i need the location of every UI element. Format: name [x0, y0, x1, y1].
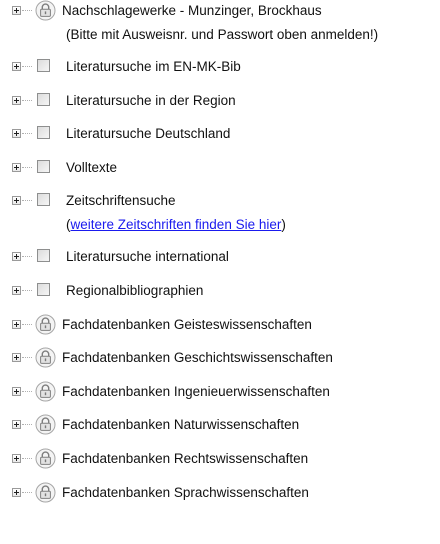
tree-node-fachdatenbanken-ingenieuerwissenschaften[interactable]: Fachdatenbanken Ingenieuerwissenschaften [0, 381, 440, 415]
tree-node-literatursuche-international[interactable]: Literatursuche international [0, 246, 440, 280]
lock-icon [35, 482, 56, 503]
tree-node-literatursuche-region[interactable]: Literatursuche in der Region [0, 90, 440, 124]
expand-icon[interactable] [12, 62, 21, 71]
tree-node-fachdatenbanken-rechtswissenschaften[interactable]: Fachdatenbanken Rechtswissenschaften [0, 448, 440, 482]
expand-icon[interactable] [12, 6, 21, 15]
expand-icon[interactable] [12, 353, 21, 363]
tree-connector [22, 200, 32, 202]
select-checkbox[interactable] [37, 159, 50, 173]
tree-node-label[interactable]: Zeitschriftensuche [66, 192, 176, 209]
tree-connector [22, 424, 32, 426]
tree-connector [22, 457, 32, 459]
tree-node-label[interactable]: Literatursuche Deutschland [66, 125, 230, 142]
expand-icon[interactable] [12, 162, 21, 172]
lock-icon [35, 0, 56, 21]
tree-connector [22, 390, 32, 392]
more-journals-note: (weitere Zeitschriften finden Sie hier) [66, 216, 286, 233]
tree-node-label[interactable]: Literatursuche in der Region [66, 92, 236, 109]
lock-icon [35, 347, 56, 368]
expand-icon[interactable] [12, 252, 21, 262]
select-checkbox[interactable] [37, 59, 50, 72]
tree-node-fachdatenbanken-sprachwissenschaften[interactable]: Fachdatenbanken Sprachwissenschaften [0, 482, 440, 516]
select-checkbox[interactable] [37, 126, 50, 140]
tree-node-zeitschriftensuche[interactable]: Zeitschriftensuche (weitere Zeitschrifte… [0, 190, 440, 246]
paren-close: ) [281, 217, 286, 233]
tree-connector [22, 289, 32, 291]
expand-icon[interactable] [12, 386, 21, 396]
tree-connector [22, 491, 32, 493]
lock-icon [35, 448, 56, 469]
tree-node-regionalbibliographien[interactable]: Regionalbibliographien [0, 280, 440, 314]
tree-connector [22, 66, 32, 67]
expand-icon[interactable] [12, 319, 21, 329]
tree-node-label[interactable]: Fachdatenbanken Sprachwissenschaften [62, 484, 309, 501]
select-checkbox[interactable] [37, 193, 50, 207]
tree-node-label[interactable]: Nachschlagewerke - Munzinger, Brockhaus [62, 2, 322, 19]
tree-connector [22, 256, 32, 258]
tree-connector [22, 166, 32, 168]
expand-icon[interactable] [12, 95, 21, 105]
expand-icon[interactable] [12, 129, 21, 139]
lock-icon [35, 314, 56, 335]
expand-icon[interactable] [12, 487, 21, 497]
expand-icon[interactable] [12, 453, 21, 463]
tree-node-literatursuche-en-mk-bib[interactable]: Literatursuche im EN-MK-Bib [0, 56, 440, 90]
select-checkbox[interactable] [37, 92, 50, 106]
expand-icon[interactable] [12, 196, 21, 206]
tree-node-volltexte[interactable]: Volltexte [0, 157, 440, 191]
tree-node-label[interactable]: Fachdatenbanken Geisteswissenschaften [62, 316, 312, 333]
tree-node-fachdatenbanken-naturwissenschaften[interactable]: Fachdatenbanken Naturwissenschaften [0, 414, 440, 448]
tree-connector [22, 357, 32, 359]
tree-node-label[interactable]: Fachdatenbanken Naturwissenschaften [62, 416, 299, 433]
tree-node-label[interactable]: Literatursuche international [66, 248, 229, 265]
tree-node-label[interactable]: Regionalbibliographien [66, 282, 203, 299]
tree-node-label[interactable]: Literatursuche im EN-MK-Bib [66, 58, 241, 75]
tree-node-label[interactable]: Fachdatenbanken Geschichtswissenschaften [62, 349, 333, 366]
tree-node-fachdatenbanken-geschichtswissenschaften[interactable]: Fachdatenbanken Geschichtswissenschaften [0, 347, 440, 381]
tree-connector [22, 323, 32, 325]
select-checkbox[interactable] [37, 249, 50, 263]
more-journals-link[interactable]: weitere Zeitschriften finden Sie hier [71, 217, 282, 232]
expand-icon[interactable] [12, 285, 21, 295]
tree-node-label[interactable]: Fachdatenbanken Ingenieuerwissenschaften [62, 383, 330, 400]
tree-node-fachdatenbanken-geisteswissenschaften[interactable]: Fachdatenbanken Geisteswissenschaften [0, 314, 440, 348]
lock-icon [35, 414, 56, 435]
tree-node-label[interactable]: Volltexte [66, 159, 117, 176]
tree-node-nachschlagewerke[interactable]: Nachschlagewerke - Munzinger, Brockhaus … [0, 0, 440, 56]
tree-node-literatursuche-deutschland[interactable]: Literatursuche Deutschland [0, 123, 440, 157]
login-hint: (Bitte mit Ausweisnr. und Passwort oben … [66, 27, 379, 42]
resource-tree: Nachschlagewerke - Munzinger, Brockhaus … [0, 0, 440, 515]
tree-node-label[interactable]: Fachdatenbanken Rechtswissenschaften [62, 450, 308, 467]
tree-connector [22, 133, 32, 135]
expand-icon[interactable] [12, 420, 21, 430]
tree-connector [22, 99, 32, 101]
select-checkbox[interactable] [37, 282, 50, 296]
lock-icon [35, 381, 56, 402]
tree-connector [22, 10, 32, 11]
